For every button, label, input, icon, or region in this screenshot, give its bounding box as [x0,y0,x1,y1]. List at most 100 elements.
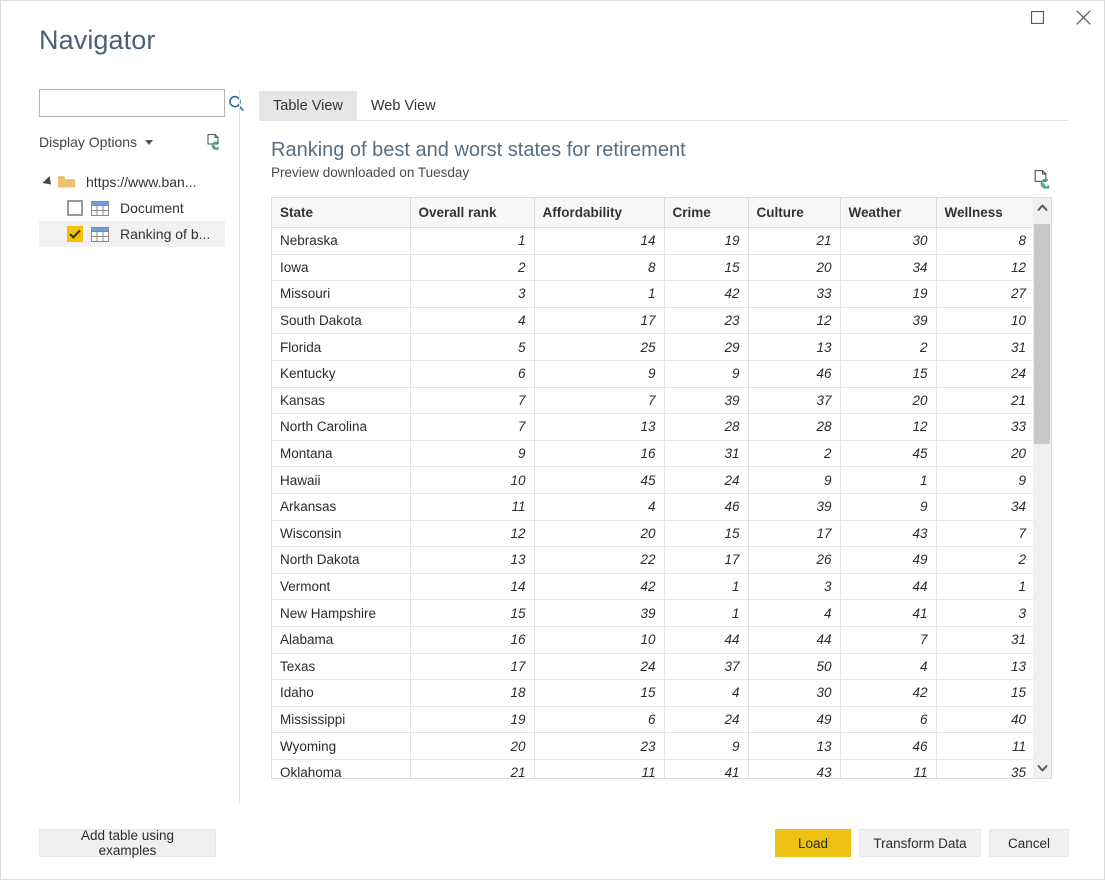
cell-state: New Hampshire [272,599,411,627]
cell-value: 12 [840,413,937,441]
cell-value: 39 [840,307,937,335]
cell-state: Texas [272,653,411,681]
scroll-up-button[interactable] [1033,198,1051,218]
column-header-overall-rank[interactable]: Overall rank [410,198,535,228]
search-icon[interactable] [228,95,245,112]
cell-value: 3 [410,280,535,308]
cell-state: Iowa [272,254,411,282]
cell-value: 43 [748,759,841,778]
column-header-affordability[interactable]: Affordability [534,198,665,228]
maximize-button[interactable] [1014,1,1060,33]
table-row[interactable]: Mississippi 19 6 24 49 6 40 [272,706,1033,734]
cell-value: 3 [936,599,1033,627]
column-header-wellness[interactable]: Wellness [936,198,1033,228]
table-row[interactable]: Kentucky 6 9 9 46 15 24 [272,360,1033,388]
cell-value: 8 [534,254,665,282]
cell-value: 24 [664,706,749,734]
table-row[interactable]: Iowa 2 8 15 20 34 12 [272,254,1033,282]
cell-value: 45 [534,466,665,494]
cell-value: 46 [664,493,749,521]
tree-item-document[interactable]: Document [39,195,225,221]
cell-value: 9 [748,466,841,494]
table-row[interactable]: Alabama 16 10 44 44 7 31 [272,626,1033,654]
cell-value: 5 [410,333,535,361]
cell-value: 37 [664,653,749,681]
tree-item-ranking[interactable]: Ranking of b... [39,221,225,247]
search-input[interactable] [40,91,228,115]
table-row[interactable]: Nebraska 1 14 19 21 30 8 [272,227,1033,255]
load-button[interactable]: Load [775,829,851,857]
table-row[interactable]: Missouri 3 1 42 33 19 27 [272,280,1033,308]
title-bar [1,1,1105,35]
cell-value: 8 [936,227,1033,255]
column-header-weather[interactable]: Weather [840,198,937,228]
scroll-down-button[interactable] [1033,758,1051,778]
table-row[interactable]: Florida 5 25 29 13 2 31 [272,333,1033,361]
display-options-dropdown[interactable]: Display Options [39,134,154,150]
cell-state: Florida [272,333,411,361]
scrollbar-thumb[interactable] [1034,224,1050,444]
table-row[interactable]: North Carolina 7 13 28 28 12 33 [272,413,1033,441]
dialog-footer: Add table using examples Load Transform … [1,817,1105,879]
close-button[interactable] [1060,1,1105,33]
preview-subtitle: Preview downloaded on Tuesday [271,165,470,180]
table-row[interactable]: Wyoming 20 23 9 13 46 11 [272,732,1033,760]
table-row[interactable]: Idaho 18 15 4 30 42 15 [272,679,1033,707]
table-row[interactable]: Oklahoma 21 11 41 43 11 35 [272,759,1033,778]
cell-value: 23 [664,307,749,335]
table-row[interactable]: Kansas 7 7 39 37 20 21 [272,387,1033,415]
cell-value: 1 [664,573,749,601]
tab-table-view[interactable]: Table View [259,91,357,120]
window-controls [1014,1,1105,33]
cell-value: 21 [748,227,841,255]
cell-value: 25 [534,333,665,361]
cell-value: 40 [936,706,1033,734]
cell-state: Wisconsin [272,520,411,548]
table-row[interactable]: South Dakota 4 17 23 12 39 10 [272,307,1033,335]
table-vertical-scrollbar[interactable] [1033,197,1052,779]
tree-item-checkbox[interactable] [67,226,83,242]
table-row[interactable]: New Hampshire 15 39 1 4 41 3 [272,599,1033,627]
tree-item-root[interactable]: https://www.ban... [39,169,225,195]
search-box[interactable] [39,89,244,117]
refresh-document-icon[interactable] [205,133,223,151]
preview-table: State Overall rank Affordability Crime C… [272,198,1033,778]
cell-value: 31 [936,333,1033,361]
transform-data-button[interactable]: Transform Data [859,829,981,857]
cell-value: 15 [936,679,1033,707]
tab-label: Web View [370,97,436,114]
cell-value: 2 [410,254,535,282]
column-header-culture[interactable]: Culture [748,198,841,228]
footer-action-buttons: Load Transform Data Cancel [775,829,1069,857]
cell-value: 2 [840,333,937,361]
cell-value: 1 [410,227,535,255]
cell-value: 28 [748,413,841,441]
table-row[interactable]: Arkansas 11 4 46 39 9 34 [272,493,1033,521]
table-row[interactable]: Wisconsin 12 20 15 17 43 7 [272,520,1033,548]
cell-value: 29 [664,333,749,361]
cell-value: 9 [664,732,749,760]
column-header-state[interactable]: State [272,198,411,228]
cell-value: 13 [748,333,841,361]
cell-value: 34 [936,493,1033,521]
refresh-document-icon[interactable] [1032,169,1053,195]
table-row[interactable]: North Dakota 13 22 17 26 49 2 [272,546,1033,574]
column-header-crime[interactable]: Crime [664,198,749,228]
expander-collapse-icon[interactable] [39,175,57,189]
tree-item-checkbox[interactable] [67,200,83,216]
tab-web-view[interactable]: Web View [357,91,450,120]
cell-value: 34 [840,254,937,282]
table-row[interactable]: Texas 17 24 37 50 4 13 [272,653,1033,681]
add-table-using-examples-button[interactable]: Add table using examples [39,828,216,858]
display-options-row: Display Options [39,131,225,153]
preview-table-scroll: State Overall rank Affordability Crime C… [271,197,1033,779]
cell-value: 49 [748,706,841,734]
cell-state: Idaho [272,679,411,707]
table-row[interactable]: Vermont 14 42 1 3 44 1 [272,573,1033,601]
cancel-button[interactable]: Cancel [989,829,1069,857]
cell-value: 15 [410,599,535,627]
cell-value: 1 [840,466,937,494]
cell-value: 7 [936,520,1033,548]
table-row[interactable]: Hawaii 10 45 24 9 1 9 [272,466,1033,494]
table-row[interactable]: Montana 9 16 31 2 45 20 [272,440,1033,468]
